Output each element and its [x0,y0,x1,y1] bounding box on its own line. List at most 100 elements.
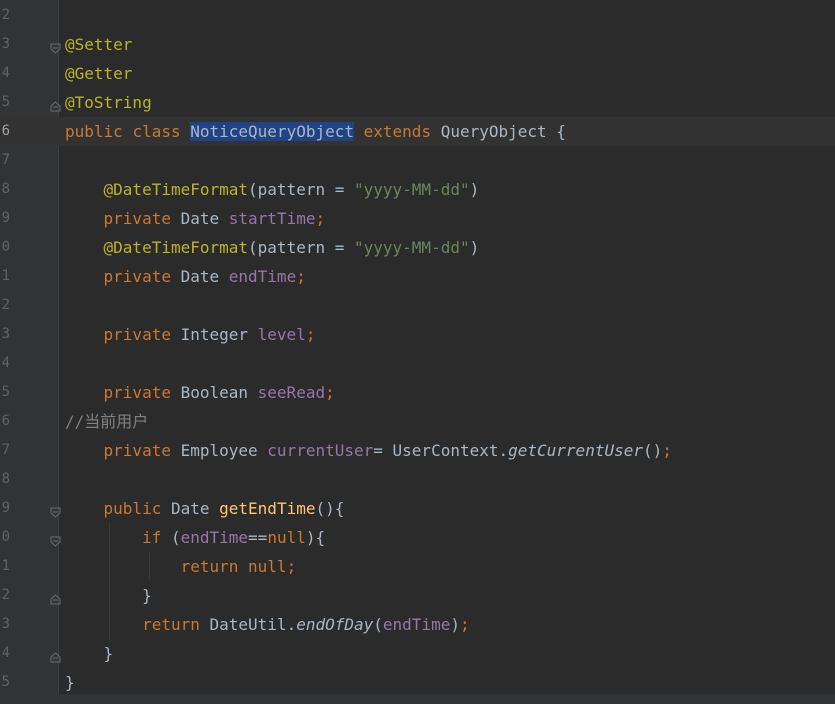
code-text[interactable]: private Boolean seeRead; [65,378,335,407]
fold-collapse-icon[interactable] [50,503,61,518]
code-text[interactable]: @Setter [65,30,132,59]
code-line[interactable]: 2 } [0,581,835,610]
code-line[interactable]: 3 private Integer level; [0,320,835,349]
code-text[interactable]: @Getter [65,59,132,88]
line-number[interactable]: 7 [0,436,10,465]
code-token: getCurrentUser [508,441,643,460]
code-line[interactable]: 6 public class NoticeQueryObject extends … [0,117,835,146]
code-line[interactable]: 4 [0,349,835,378]
line-number[interactable]: 1 [0,552,10,581]
code-line[interactable]: 7 [0,146,835,175]
code-token: null [267,528,306,547]
code-token: if [142,528,171,547]
code-line[interactable]: 9 private Date startTime; [0,204,835,233]
code-token: } [65,644,114,663]
code-text[interactable]: @DateTimeFormat(pattern = "yyyy-MM-dd") [65,233,480,262]
code-token: "yyyy-MM-dd" [354,180,470,199]
code-line[interactable]: 7 private Employee currentUser= UserCont… [0,436,835,465]
code-line[interactable]: 5} [0,668,835,697]
code-line[interactable]: 2 [0,1,835,30]
line-number[interactable]: 6 [0,407,10,436]
line-number[interactable]: 4 [0,349,10,378]
code-line[interactable]: 6 //当前用户 [0,407,835,436]
line-number[interactable]: 3 [0,610,10,639]
line-number[interactable]: 4 [0,59,10,88]
code-text[interactable]: private Employee currentUser= UserContex… [65,436,672,465]
line-number[interactable]: 2 [0,291,10,320]
code-line[interactable]: 8 @DateTimeFormat(pattern = "yyyy-MM-dd"… [0,175,835,204]
line-number[interactable]: 5 [0,668,10,697]
code-token: ) [450,615,460,634]
code-text[interactable]: @DateTimeFormat(pattern = "yyyy-MM-dd") [65,175,480,204]
code-token: public [65,122,133,141]
code-token: (pattern = [248,180,354,199]
code-token: return [180,557,249,576]
code-text[interactable]: //当前用户 [65,407,148,436]
code-text[interactable]: } [65,668,75,697]
code-token: @Setter [65,35,133,54]
code-token: DateUtil. [209,615,297,634]
code-text[interactable]: } [65,639,114,668]
code-line[interactable]: 1 private Date endTime; [0,262,835,291]
code-text[interactable]: if (endTime==null){ [65,523,325,552]
code-editor[interactable]: 2 3 @Setter 4 @Getter 5 @ToString 6 public class… [0,0,835,704]
code-token: endTime [382,615,451,634]
code-token: //当前用户 [65,412,149,431]
line-number[interactable]: 7 [0,146,10,175]
code-text[interactable]: @ToString [65,88,152,117]
code-text[interactable]: private Integer level; [65,320,316,349]
code-text[interactable]: return DateUtil.endOfDay(endTime); [65,610,470,639]
code-token: endOfDay [296,615,374,634]
code-token: ; [315,209,326,228]
fold-end-icon[interactable] [50,97,61,112]
fold-collapse-icon[interactable] [50,532,61,547]
code-text[interactable]: private Date startTime; [65,204,326,233]
line-number[interactable]: 4 [0,639,10,668]
code-token: ( [373,615,383,634]
line-number[interactable]: 9 [0,494,10,523]
code-token: private [103,267,181,286]
code-text[interactable]: return null; [65,552,297,581]
line-number[interactable]: 3 [0,320,10,349]
code-text[interactable]: public class NoticeQueryObject extends Q… [65,117,566,146]
line-number[interactable]: 5 [0,378,10,407]
code-line[interactable]: 3 @Setter [0,30,835,59]
code-line[interactable]: 5 private Boolean seeRead; [0,378,835,407]
code-line[interactable]: 2 [0,291,835,320]
line-number[interactable]: 3 [0,30,10,59]
line-number[interactable]: 5 [0,88,10,117]
code-token: ) [469,180,480,199]
line-number[interactable]: 8 [0,465,10,494]
line-number[interactable]: 6 [0,117,10,146]
line-number[interactable]: 0 [0,523,10,552]
code-text[interactable]: public Date getEndTime(){ [65,494,345,523]
code-line[interactable]: 3 return DateUtil.endOfDay(endTime); [0,610,835,639]
fold-collapse-icon[interactable] [50,39,61,54]
code-line[interactable]: 0 if (endTime==null){ [0,523,835,552]
line-number[interactable]: 9 [0,204,10,233]
code-line[interactable]: 8 [0,465,835,494]
line-number[interactable]: 2 [0,581,10,610]
line-number[interactable]: 1 [0,262,10,291]
code-line[interactable]: 4 } [0,639,835,668]
code-line[interactable]: 1 return null; [0,552,835,581]
code-token: == [248,528,268,547]
code-token: endTime [180,528,249,547]
fold-end-icon[interactable] [50,590,61,605]
line-number[interactable]: 8 [0,175,10,204]
code-line[interactable]: 0 @DateTimeFormat(pattern = "yyyy-MM-dd"… [0,233,835,262]
code-text[interactable]: private Date endTime; [65,262,306,291]
code-token: QueryObject { [440,122,566,141]
fold-end-icon[interactable] [50,648,61,663]
code-line[interactable]: 5 @ToString [0,88,835,117]
code-line[interactable]: 4 @Getter [0,59,835,88]
line-number[interactable]: 2 [0,1,10,30]
code-line[interactable]: 9 public Date getEndTime(){ [0,494,835,523]
line-number[interactable]: 0 [0,233,10,262]
